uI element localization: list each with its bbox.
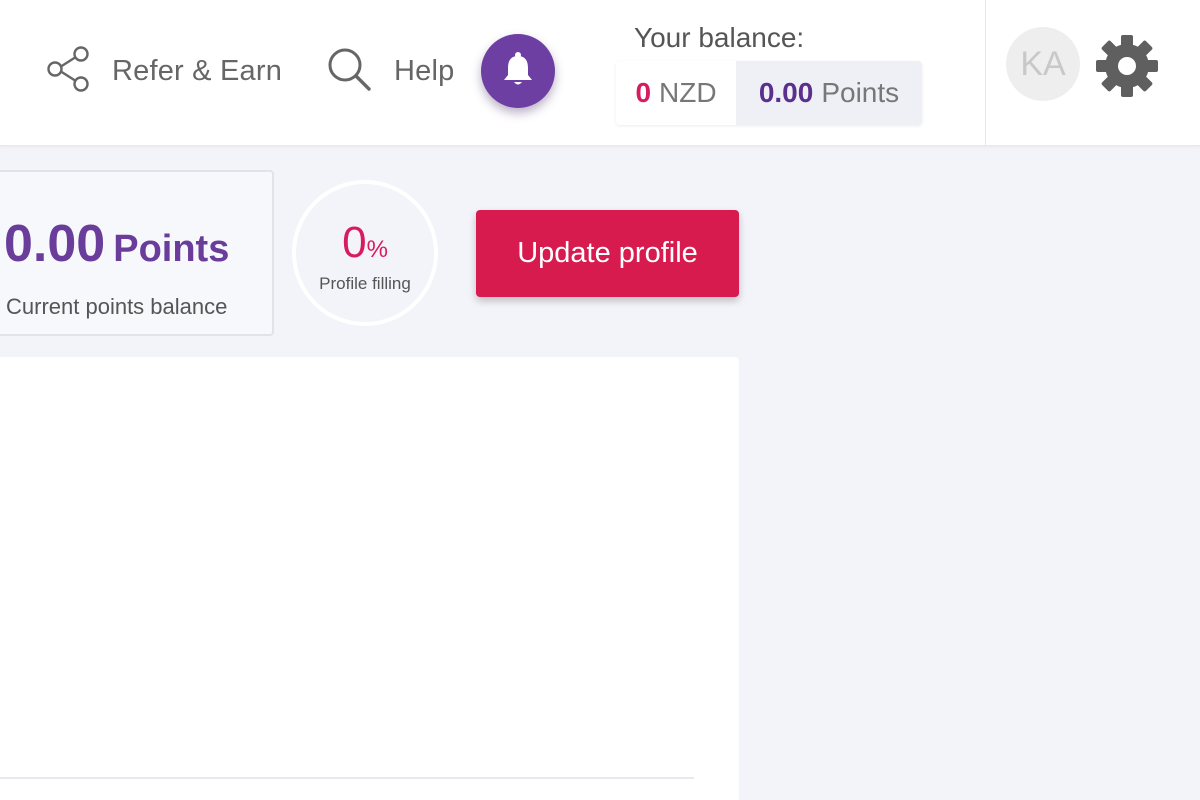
balance-label: Your balance: [634, 22, 805, 53]
points-balance: 0.00 Points [736, 61, 922, 125]
points-card-value: 0.00 [4, 215, 106, 273]
top-header: Refer & Earn Help Your balance: 0 NZD 0.… [0, 0, 1200, 146]
refer-and-earn-label: Refer & Earn [112, 54, 283, 87]
search-icon [326, 46, 372, 97]
notifications-button[interactable] [481, 34, 555, 108]
nzd-balance-unit: NZD [659, 77, 717, 108]
profile-filling-caption: Profile filling [319, 274, 411, 293]
refer-and-earn-link[interactable]: Refer & Earn [46, 45, 283, 97]
bell-icon [501, 51, 535, 92]
points-card-unit: Points [113, 228, 230, 270]
header-divider [985, 0, 986, 146]
help-label: Help [394, 54, 455, 87]
points-balance-card: 0.00 Points Current points balance [0, 170, 274, 336]
avatar[interactable]: KA [1006, 27, 1080, 101]
points-card-caption: Current points balance [6, 294, 228, 319]
update-profile-button[interactable]: Update profile [476, 210, 739, 297]
avatar-initials: KA [1020, 44, 1066, 83]
profile-filling-indicator: 0% Profile filling [292, 180, 438, 326]
profile-filling-percent-sign: % [366, 236, 388, 263]
profile-filling-percent: 0 [342, 218, 367, 267]
divider [0, 777, 694, 779]
points-balance-value: 0.00 [758, 77, 814, 108]
points-card-value-row: 0.00 Points [4, 214, 229, 274]
settings-button[interactable] [1094, 33, 1160, 99]
profile-filling-percent-row: 0% [296, 218, 434, 268]
nzd-balance: 0 NZD [616, 61, 736, 125]
gear-icon [1094, 35, 1160, 103]
points-balance-unit: Points [821, 77, 900, 108]
help-link[interactable]: Help [326, 48, 454, 94]
main-content-panel [0, 357, 739, 800]
share-icon [46, 45, 90, 97]
nzd-balance-value: 0 [635, 77, 652, 108]
balance-display: 0 NZD 0.00 Points [616, 61, 922, 125]
